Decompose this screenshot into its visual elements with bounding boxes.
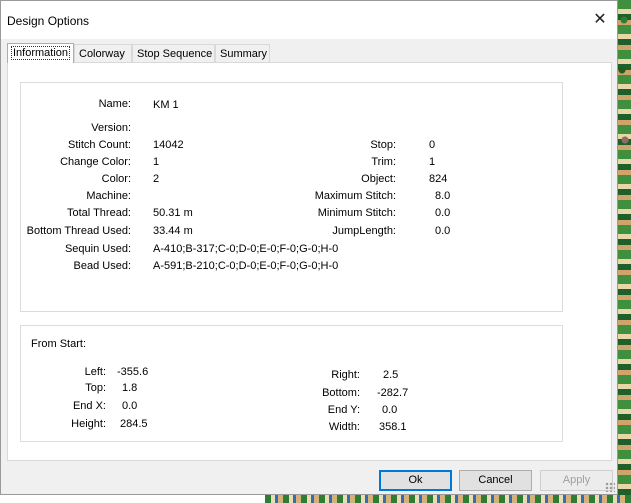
total-thread-label: Total Thread: (66, 207, 131, 219)
height-value: 284.5 (120, 418, 148, 430)
bead-used-value: A-591;B-210;C-0;D-0;E-0;F-0;G-0;H-0 (153, 260, 339, 272)
color-label: Color: (101, 173, 131, 185)
stitch-count-value: 14042 (153, 139, 184, 151)
jump-length-label: JumpLength: (332, 225, 396, 237)
left-label: Left: (84, 366, 106, 378)
bottom-label: Bottom: (322, 387, 360, 399)
machine-label: Machine: (86, 190, 131, 202)
end-y-value: 0.0 (382, 404, 398, 416)
tab-information[interactable]: Information (7, 43, 74, 63)
info-group: Name: KM 1 Version: Stitch Count: 14042 … (20, 82, 563, 312)
jump-length-value: 0.0 (435, 225, 451, 237)
bottom-thread-value: 33.44 m (153, 225, 193, 237)
trim-label: Trim: (371, 156, 396, 168)
min-stitch-value: 0.0 (435, 207, 451, 219)
apply-button[interactable]: Apply (540, 470, 613, 491)
window-title: Design Options (7, 14, 90, 28)
max-stitch-label: Maximum Stitch: (314, 190, 396, 202)
cancel-button[interactable]: Cancel (459, 470, 532, 491)
sequin-used-value: A-410;B-317;C-0;D-0;E-0;F-0;G-0;H-0 (153, 243, 339, 255)
max-stitch-value: 8.0 (435, 190, 451, 202)
end-x-label: End X: (72, 400, 106, 412)
resize-grip[interactable] (605, 482, 615, 492)
bottom-value: -282.7 (377, 387, 409, 399)
total-thread-value: 50.31 m (153, 207, 193, 219)
top-label: Top: (85, 382, 106, 394)
tab-colorway-label: Colorway (79, 48, 125, 60)
width-label: Width: (328, 421, 360, 433)
sequin-used-label: Sequin Used: (64, 243, 131, 255)
object-label: Object: (361, 173, 396, 185)
width-value: 358.1 (379, 421, 407, 433)
close-icon[interactable]: ✕ (589, 9, 611, 31)
name-value: KM 1 (153, 99, 179, 111)
min-stitch-label: Minimum Stitch: (317, 207, 396, 219)
tab-information-label: Information (10, 46, 71, 60)
ok-button[interactable]: Ok (379, 470, 452, 491)
top-value: 1.8 (122, 382, 138, 394)
end-x-value: 0.0 (122, 400, 138, 412)
height-label: Height: (71, 418, 106, 430)
change-color-value: 1 (153, 156, 160, 168)
right-label: Right: (331, 369, 360, 381)
from-start-group: From Start: Left: -355.6 Top: 1.8 End X:… (20, 325, 563, 442)
design-options-dialog: Design Options ✕ Information Colorway St… (0, 0, 618, 495)
stop-label: Stop: (370, 139, 396, 151)
tab-stop-sequence[interactable]: Stop Sequence (132, 44, 215, 62)
name-label: Name: (98, 98, 131, 110)
title-bar: Design Options ✕ (1, 1, 617, 39)
object-value: 824 (429, 173, 448, 185)
tab-panel-information: Name: KM 1 Version: Stitch Count: 14042 … (7, 62, 612, 461)
color-value: 2 (153, 173, 160, 185)
change-color-label: Change Color: (60, 156, 131, 168)
from-start-title: From Start: (31, 338, 87, 350)
bottom-thread-label: Bottom Thread Used: (26, 225, 131, 237)
stop-value: 0 (429, 139, 436, 151)
version-label: Version: (91, 122, 131, 134)
tab-stop-sequence-label: Stop Sequence (137, 48, 213, 60)
trim-value: 1 (429, 156, 436, 168)
background-embroidery-strip-bottom (265, 495, 631, 503)
tab-summary[interactable]: Summary (215, 44, 270, 62)
tab-colorway[interactable]: Colorway (74, 44, 132, 62)
bead-used-label: Bead Used: (73, 260, 131, 272)
stitch-count-label: Stitch Count: (68, 139, 131, 151)
right-value: 2.5 (383, 369, 399, 381)
tab-summary-label: Summary (220, 48, 268, 60)
left-value: -355.6 (117, 366, 149, 378)
end-y-label: End Y: (327, 404, 360, 416)
background-embroidery-strip (618, 0, 631, 503)
